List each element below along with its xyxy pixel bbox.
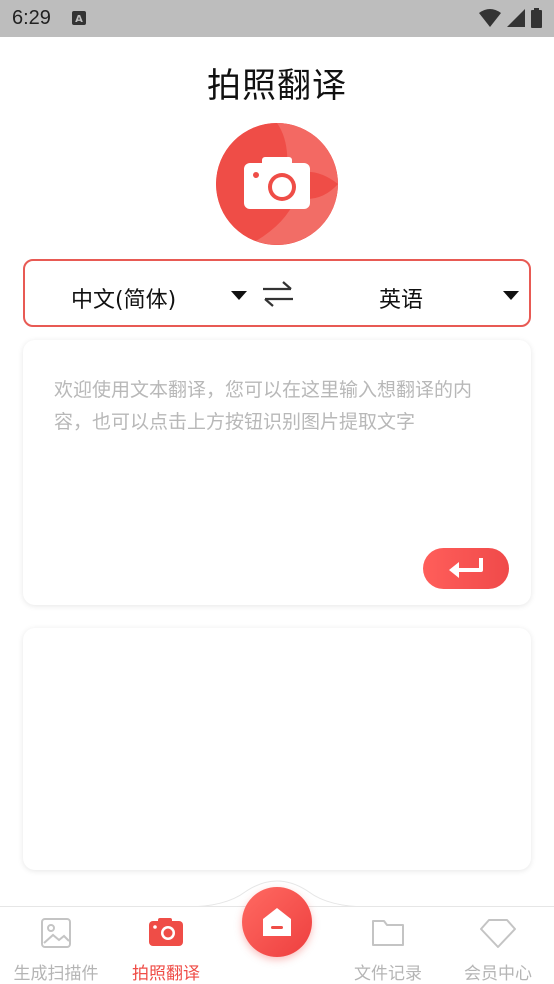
source-language-dropdown[interactable]: 中文(简体) [71, 282, 176, 314]
diamond-icon [480, 919, 516, 948]
source-text-card[interactable]: 欢迎使用文本翻译，您可以在这里输入想翻译的内容，也可以点击上方按钮识别图片提取文… [23, 340, 531, 605]
chevron-down-icon[interactable] [231, 291, 247, 301]
svg-text:A: A [75, 14, 83, 25]
nav-item-membership[interactable]: 会员中心 [443, 907, 553, 984]
enter-icon [449, 558, 483, 578]
language-selector: 中文(简体) 英语 [23, 259, 531, 327]
notification-icon: A [72, 11, 86, 25]
home-icon [263, 908, 291, 936]
nav-label-membership: 会员中心 [464, 964, 532, 984]
signal-icon [507, 9, 525, 27]
camera-icon [149, 918, 183, 946]
camera-icon [244, 157, 310, 209]
folder-icon [372, 920, 404, 946]
source-text-input[interactable]: 欢迎使用文本翻译，您可以在这里输入想翻译的内容，也可以点击上方按钮识别图片提取文… [54, 374, 504, 438]
status-time: 6:29 [12, 7, 51, 29]
nav-item-scan[interactable]: 生成扫描件 [1, 907, 111, 984]
nav-label-photo-translate: 拍照翻译 [132, 964, 200, 984]
status-icons [479, 8, 542, 28]
translate-enter-button[interactable] [423, 548, 509, 589]
nav-home-button[interactable] [242, 887, 312, 957]
page-title: 拍照翻译 [207, 66, 347, 106]
image-icon [41, 918, 71, 948]
nav-item-files[interactable]: 文件记录 [333, 907, 443, 984]
nav-item-photo-translate[interactable]: 拍照翻译 [111, 907, 221, 984]
nav-label-files: 文件记录 [354, 964, 422, 984]
battery-icon [531, 8, 542, 28]
swap-languages-icon[interactable] [261, 280, 295, 308]
target-language-dropdown[interactable]: 英语 [379, 282, 423, 314]
camera-button[interactable] [216, 123, 338, 245]
nav-label-scan: 生成扫描件 [13, 964, 99, 984]
status-bar: 6:29 A [0, 0, 554, 37]
wifi-icon [479, 9, 501, 27]
chevron-down-icon[interactable] [503, 291, 519, 301]
translation-result-card [23, 628, 531, 870]
